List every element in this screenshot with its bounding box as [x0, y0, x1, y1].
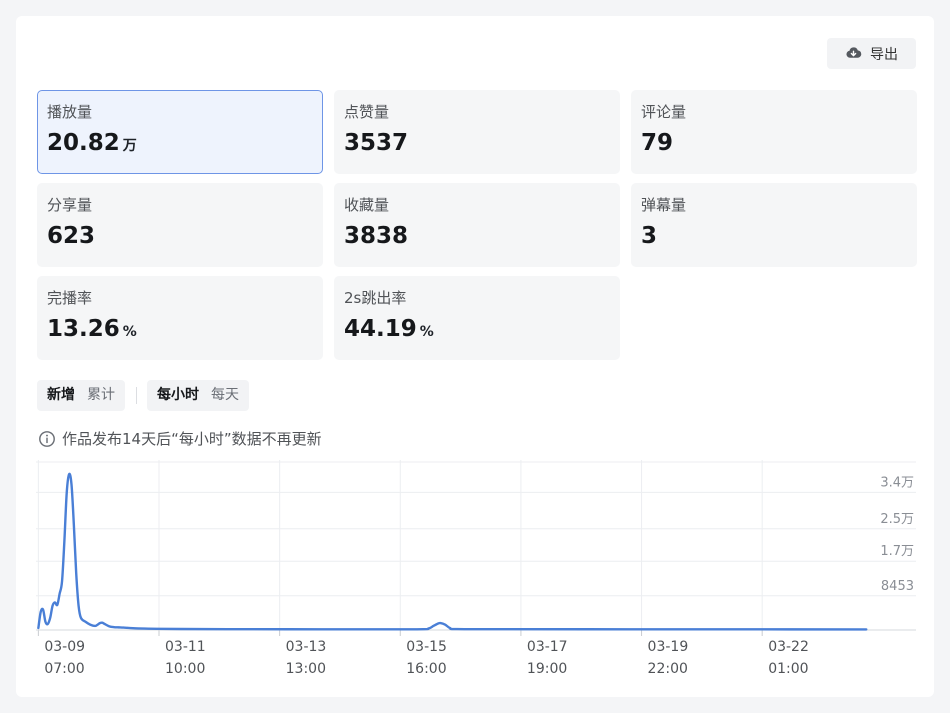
x-tick-date: 03-19 — [648, 639, 689, 655]
x-tick-time: 16:00 — [406, 661, 446, 677]
y-tick-label: 3.4万 — [880, 475, 914, 490]
x-tick-date: 03-13 — [286, 639, 327, 655]
y-tick-label: 1.7万 — [880, 544, 914, 559]
x-tick-time: 22:00 — [648, 661, 688, 677]
x-tick-time: 19:00 — [527, 661, 567, 677]
x-tick-date: 03-22 — [768, 639, 809, 655]
y-tick-label: 8453 — [881, 579, 914, 594]
x-tick-date: 03-15 — [406, 639, 447, 655]
series-line-0 — [37, 472, 868, 631]
x-tick-date: 03-09 — [44, 639, 85, 655]
x-tick-date: 03-11 — [165, 639, 206, 655]
x-tick-time: 07:00 — [44, 661, 84, 677]
plays-line-chart: 8453 1.7万 2.5万 3.4万 03-09 07:00 03-11 10:00 03-1… — [36, 460, 916, 677]
y-tick-label: 2.5万 — [880, 512, 914, 527]
x-tick-time: 01:00 — [768, 661, 808, 677]
x-tick-date: 03-17 — [527, 639, 568, 655]
x-tick-time: 13:00 — [286, 661, 326, 677]
x-tick-time: 10:00 — [165, 661, 205, 677]
